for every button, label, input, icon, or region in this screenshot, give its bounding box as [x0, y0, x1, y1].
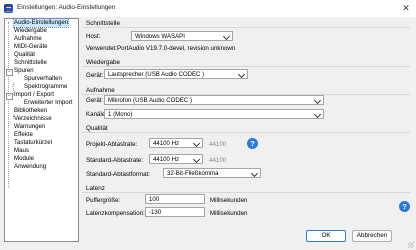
tree-item-verzeichnisse[interactable]: Verzeichnisse [14, 115, 52, 123]
qualitaet-divider [82, 132, 410, 133]
tree-item-effekte[interactable]: Effekte [14, 131, 33, 139]
chevron-down-icon [192, 139, 201, 148]
tree-item-module[interactable]: Module [14, 155, 34, 163]
audacity-app-icon [4, 4, 13, 13]
kanaele-value: 1 (Mono) [108, 111, 133, 118]
standard-abtastformat-dropdown[interactable]: 32-Bit-Fließkomma [163, 168, 261, 178]
kanaele-dropdown[interactable]: 1 (Mono) [104, 109, 324, 119]
tree-item-spuren[interactable]: Spuren [14, 67, 34, 75]
tree-item-erweiterter-import[interactable]: Erweiterter Import [24, 99, 72, 107]
collapse-import-export-icon[interactable]: − [6, 93, 13, 100]
projekt-abtastrate-text: 44100 [209, 141, 227, 148]
tree-item-schnittstelle[interactable]: Schnittstelle [14, 59, 47, 67]
verwendet-label: Verwendet: [86, 45, 117, 52]
schnittstelle-divider [82, 27, 410, 28]
chevron-down-icon [237, 70, 246, 79]
chevron-down-icon [313, 110, 322, 119]
tree-item-wiedergabe[interactable]: Wiedergabe [14, 27, 47, 35]
wiedergabe-geraet-label: Gerät: [86, 72, 104, 79]
tree-item-warnungen[interactable]: Warnungen [14, 123, 45, 131]
verwendet-value: PortAudio V19.7.0-devel, revision unknow… [117, 45, 236, 52]
projekt-abtastrate-label: Projekt-Abtastrate: [86, 141, 138, 148]
preferences-tree[interactable]: Audio-Einstellungen Wiedergabe Aufnahme … [4, 18, 79, 242]
tree-item-midi-geraete[interactable]: MIDI-Geräte [14, 43, 48, 51]
ok-button[interactable]: OK [306, 230, 346, 242]
chevron-down-icon [313, 96, 322, 105]
puffergroesse-label: Puffergröße: [86, 197, 121, 204]
host-label: Host: [86, 33, 101, 40]
close-icon[interactable]: ✕ [400, 2, 412, 14]
wiedergabe-geraet-value: Lautsprecher (USB Audio CODEC ) [108, 71, 205, 78]
latenzkompensation-unit: Millisekunden [210, 210, 248, 217]
wiedergabe-geraet-dropdown[interactable]: Lautsprecher (USB Audio CODEC ) [104, 69, 248, 79]
puffergroesse-unit: Millisekunden [210, 197, 248, 204]
chevron-down-icon [192, 155, 201, 164]
tree-item-qualitaet[interactable]: Qualität [14, 51, 35, 59]
aufnahme-geraet-label: Gerät: [86, 97, 104, 104]
standard-abtastformat-label: Standard-Abtastformat: [86, 171, 150, 178]
window-title: Einstellungen: Audio-Einstellungen [17, 4, 116, 11]
wiedergabe-heading: Wiedergabe [86, 59, 120, 66]
latenzkompensation-input[interactable]: -130 [145, 207, 205, 217]
resize-grip-icon[interactable] [408, 242, 414, 248]
aufnahme-geraet-dropdown[interactable]: Mikrofon (USB Audio CODEC ) [104, 95, 324, 105]
standard-abtastrate-dropdown[interactable]: 44100 Hz [149, 154, 203, 164]
chevron-down-icon [222, 32, 231, 41]
tree-item-spektrogramme[interactable]: Spektrogramme [24, 83, 67, 91]
title-bar: Einstellungen: Audio-Einstellungen ✕ [0, 0, 416, 17]
host-value: Windows WASAPI [135, 33, 185, 40]
tree-item-audio-einstellungen[interactable]: Audio-Einstellungen [12, 18, 70, 28]
projekt-abtastrate-value: 44100 Hz [153, 140, 180, 147]
tree-item-bibliotheken[interactable]: Bibliotheken [14, 107, 47, 115]
collapse-spuren-icon[interactable]: − [6, 69, 13, 76]
standard-abtastrate-label: Standard-Abtastrate: [86, 157, 144, 164]
schnittstelle-heading: Schnittstelle [86, 20, 120, 27]
tree-item-anwendung[interactable]: Anwendung [14, 163, 46, 171]
cancel-button[interactable]: Abbrechen [352, 230, 392, 242]
tree-item-spurverhalten[interactable]: Spurverhalten [24, 75, 62, 83]
help-icon[interactable]: ? [247, 138, 258, 149]
standard-abtastrate-text: 44100 [209, 157, 227, 164]
puffergroesse-input[interactable]: 100 [145, 194, 205, 204]
aufnahme-geraet-value: Mikrofon (USB Audio CODEC ) [108, 97, 192, 104]
latenz-heading: Latenz [86, 185, 105, 192]
aufnahme-heading: Aufnahme [86, 87, 115, 94]
host-dropdown[interactable]: Windows WASAPI [131, 31, 233, 41]
tree-item-aufnahme[interactable]: Aufnahme [14, 35, 42, 43]
tree-item-maus[interactable]: Maus [14, 147, 29, 155]
standard-abtastformat-value: 32-Bit-Fließkomma [167, 170, 219, 177]
tree-item-tastaturkuerzel[interactable]: Tastaturkürzel [14, 139, 52, 147]
projekt-abtastrate-dropdown[interactable]: 44100 Hz [149, 138, 203, 148]
tree-item-import-export[interactable]: Import / Export [14, 91, 54, 99]
latenzkompensation-value: -130 [149, 209, 162, 216]
wiedergabe-divider [82, 66, 410, 67]
latenzkompensation-label: Latenzkompensation: [86, 210, 145, 217]
chevron-down-icon [250, 169, 259, 178]
puffergroesse-value: 100 [149, 196, 160, 203]
qualitaet-heading: Qualität [86, 125, 108, 132]
standard-abtastrate-value: 44100 Hz [153, 156, 180, 163]
footer-help-icon[interactable]: ? [399, 201, 410, 212]
latenz-divider [82, 192, 410, 193]
tree-connector-line [8, 22, 9, 188]
